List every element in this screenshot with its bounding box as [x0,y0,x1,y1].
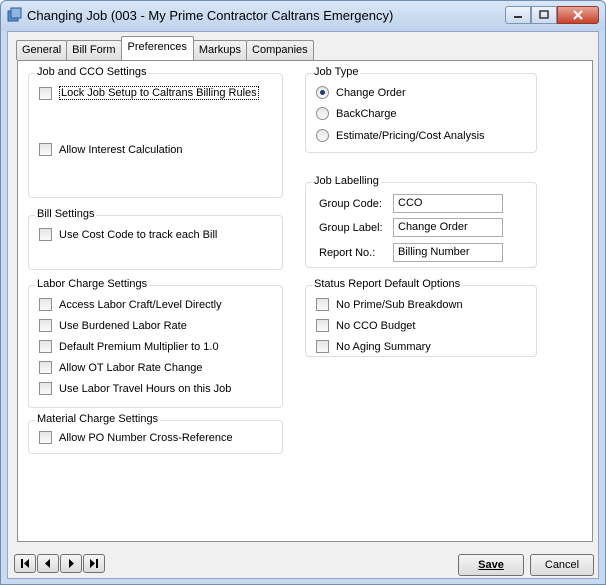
labor-charge-settings-group: Labor Charge Settings Access Labor Craft… [28,278,283,408]
material-charge-settings-group: Material Charge Settings Allow PO Number… [28,413,283,454]
report-no-row: Report No.: Billing Number [319,243,503,262]
no-prime-sub-label: No Prime/Sub Breakdown [336,298,463,311]
tab-strip: General Bill Form Preferences Markups Co… [16,36,314,60]
estimate-pricing-label: Estimate/Pricing/Cost Analysis [336,129,485,142]
group-label-row: Group Label: Change Order [319,218,503,237]
bill-settings-group: Bill Settings Use Cost Code to track eac… [28,208,283,270]
dialog-client-area: General Bill Form Preferences Markups Co… [7,31,599,579]
no-prime-sub-checkbox[interactable] [316,298,329,311]
status-report-option-row[interactable]: No Aging Summary [316,340,431,353]
group-code-label: Group Code: [319,197,382,210]
po-cross-reference-checkbox[interactable] [39,431,52,444]
next-record-button[interactable] [60,554,82,573]
ot-labor-rate-label: Allow OT Labor Rate Change [59,361,203,374]
tab-preferences[interactable]: Preferences [120,36,194,60]
job-type-group: Job Type Change Order BackCharge Estimat… [305,66,537,153]
allow-interest-checkbox-row[interactable]: Allow Interest Calculation [39,143,183,156]
save-button[interactable]: Save [458,554,524,576]
bill-settings-title: Bill Settings [35,208,97,220]
group-code-input[interactable]: CCO [393,194,503,213]
first-record-icon [21,559,29,568]
job-labelling-title: Job Labelling [312,175,381,187]
no-aging-summary-checkbox[interactable] [316,340,329,353]
changing-job-window: Changing Job (003 - My Prime Contractor … [0,0,606,585]
job-labelling-group: Job Labelling Group Code: CCO Group Labe… [305,175,537,268]
last-record-button[interactable] [83,554,105,573]
backcharge-radio[interactable] [316,107,329,120]
group-label-label: Group Label: [319,221,383,234]
window-title: Changing Job (003 - My Prime Contractor … [27,8,394,23]
report-no-input[interactable]: Billing Number [393,243,503,262]
labor-travel-hours-checkbox[interactable] [39,382,52,395]
record-navigator [14,554,106,573]
caption-buttons [505,6,599,24]
group-label-input[interactable]: Change Order [393,218,503,237]
change-order-label: Change Order [336,86,406,99]
labor-charge-settings-title: Labor Charge Settings [35,278,150,290]
lock-caltrans-label: Lock Job Setup to Caltrans Billing Rules [59,86,259,100]
ot-labor-rate-checkbox[interactable] [39,361,52,374]
tab-bill-form[interactable]: Bill Form [66,40,122,60]
job-type-title: Job Type [312,66,361,78]
cancel-button[interactable]: Cancel [530,554,594,576]
status-report-option-row[interactable]: No CCO Budget [316,319,415,332]
cost-code-checkbox-row[interactable]: Use Cost Code to track each Bill [39,228,217,241]
preferences-panel: Job and CCO Settings Lock Job Setup to C… [17,60,593,542]
job-type-option[interactable]: Change Order [316,86,406,99]
tab-general[interactable]: General [16,40,68,60]
minimize-button[interactable] [505,6,531,24]
backcharge-label: BackCharge [336,107,397,120]
labor-option-row[interactable]: Use Labor Travel Hours on this Job [39,382,231,395]
estimate-pricing-radio[interactable] [316,129,329,142]
status-report-options-title: Status Report Default Options [312,278,463,290]
tab-companies[interactable]: Companies [246,40,314,60]
lock-caltrans-checkbox[interactable] [39,86,52,100]
job-type-option[interactable]: Estimate/Pricing/Cost Analysis [316,129,485,142]
lock-caltrans-checkbox-row[interactable]: Lock Job Setup to Caltrans Billing Rules [39,86,259,100]
labor-option-row[interactable]: Default Premium Multiplier to 1.0 [39,340,219,353]
report-no-label: Report No.: [319,246,376,259]
po-cross-reference-checkbox-row[interactable]: Allow PO Number Cross-Reference [39,431,233,444]
allow-interest-checkbox[interactable] [39,143,52,156]
previous-record-icon [45,559,50,568]
close-icon [573,10,583,20]
access-labor-craft-checkbox[interactable] [39,298,52,311]
allow-interest-label: Allow Interest Calculation [59,143,183,156]
dialog-footer: Save Cancel [8,546,598,580]
status-report-options-group: Status Report Default Options No Prime/S… [305,278,537,357]
change-order-radio[interactable] [316,86,329,99]
group-code-row: Group Code: CCO [319,194,503,213]
access-labor-craft-label: Access Labor Craft/Level Directly [59,298,222,311]
premium-multiplier-label: Default Premium Multiplier to 1.0 [59,340,219,353]
labor-option-row[interactable]: Access Labor Craft/Level Directly [39,298,222,311]
labor-option-row[interactable]: Use Burdened Labor Rate [39,319,187,332]
close-button[interactable] [557,6,599,24]
labor-option-row[interactable]: Allow OT Labor Rate Change [39,361,203,374]
job-cco-settings-title: Job and CCO Settings [35,66,149,78]
cost-code-checkbox[interactable] [39,228,52,241]
cost-code-label: Use Cost Code to track each Bill [59,228,218,241]
burdened-labor-rate-label: Use Burdened Labor Rate [59,319,187,332]
premium-multiplier-checkbox[interactable] [39,340,52,353]
job-window-icon [7,7,23,23]
minimize-icon [514,16,522,18]
no-cco-budget-checkbox[interactable] [316,319,329,332]
labor-travel-hours-label: Use Labor Travel Hours on this Job [59,382,232,395]
no-cco-budget-label: No CCO Budget [336,319,416,332]
maximize-icon [539,10,549,19]
first-record-button[interactable] [14,554,36,573]
job-cco-settings-group: Job and CCO Settings Lock Job Setup to C… [28,66,283,198]
next-record-icon [69,559,74,568]
po-cross-reference-label: Allow PO Number Cross-Reference [59,431,233,444]
previous-record-button[interactable] [37,554,59,573]
last-record-icon [90,559,98,568]
tab-markups[interactable]: Markups [192,40,248,60]
no-aging-summary-label: No Aging Summary [336,340,431,353]
title-bar[interactable]: Changing Job (003 - My Prime Contractor … [1,1,605,31]
job-type-option[interactable]: BackCharge [316,107,397,120]
maximize-button[interactable] [531,6,557,24]
material-charge-settings-title: Material Charge Settings [35,413,161,425]
burdened-labor-rate-checkbox[interactable] [39,319,52,332]
status-report-option-row[interactable]: No Prime/Sub Breakdown [316,298,463,311]
